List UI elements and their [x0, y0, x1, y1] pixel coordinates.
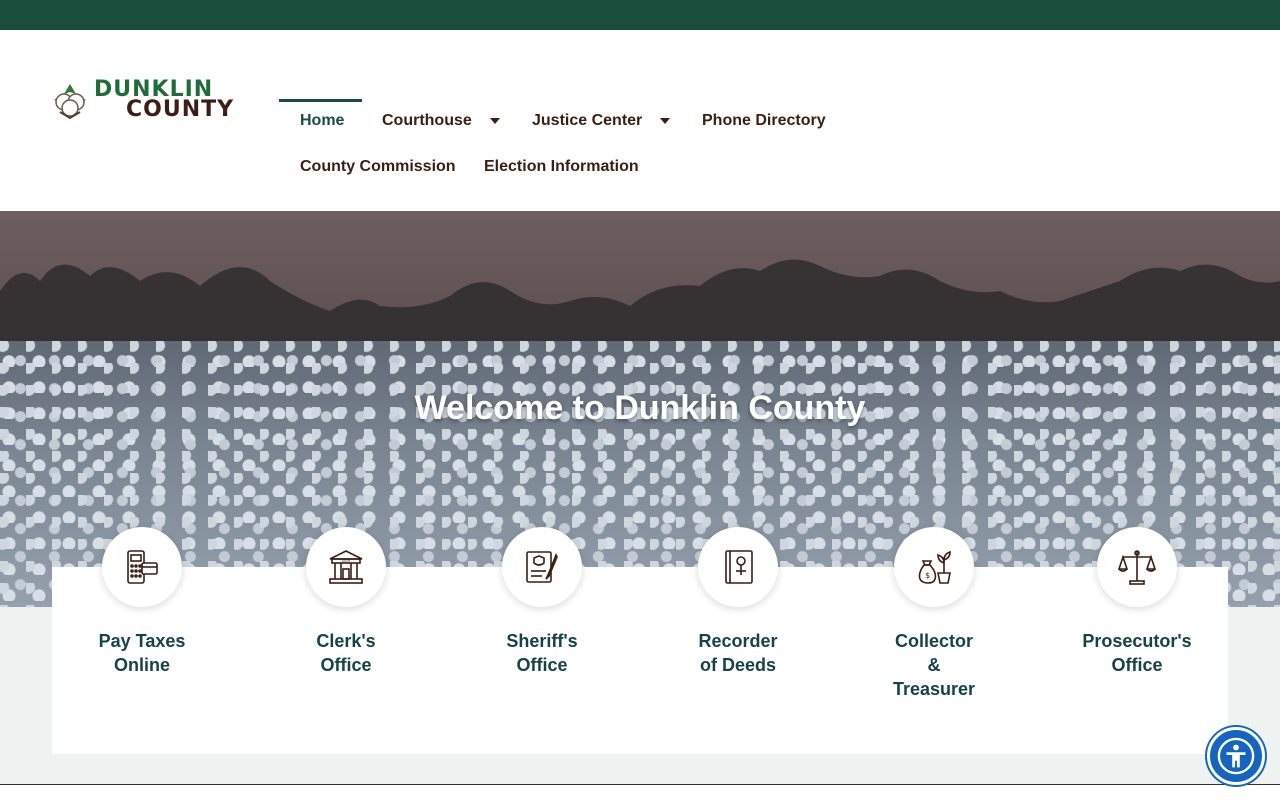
service-label: Recorder of Deeds — [698, 631, 778, 675]
government-building-icon: GOV — [329, 550, 363, 584]
scales-of-justice-icon — [1117, 550, 1157, 585]
record-book-icon — [725, 550, 753, 584]
chevron-down-icon — [489, 118, 500, 124]
service-collector-treasurer[interactable]: $ Collector & Treasurer — [854, 527, 1014, 701]
nav-phone-directory-label: Phone Directory — [702, 112, 826, 129]
site-header: DUNKLIN COUNTY Home Courthouse Justice C… — [0, 30, 1280, 211]
service-icon-circle: $ — [894, 527, 974, 607]
site-logo[interactable]: DUNKLIN COUNTY — [50, 78, 233, 122]
service-recorder-of-deeds[interactable]: Recorder of Deeds — [658, 527, 818, 677]
service-label: Collector & Treasurer — [892, 631, 976, 699]
service-pay-taxes[interactable]: Pay Taxes Online — [62, 527, 222, 677]
service-icon-circle — [698, 527, 778, 607]
service-icon-circle — [102, 527, 182, 607]
treeline-graphic — [0, 259, 1280, 351]
nav-courthouse-label: Courthouse — [382, 112, 472, 129]
nav-election-information-label: Election Information — [484, 158, 639, 175]
nav-county-commission-label: County Commission — [300, 158, 456, 175]
top-bar — [0, 0, 1280, 30]
accessibility-icon — [1217, 737, 1255, 775]
hero-title: Welcome to Dunklin County — [414, 389, 866, 427]
svg-text:$: $ — [925, 571, 930, 580]
service-prosecutors-office[interactable]: Prosecutor's Office — [1057, 527, 1217, 677]
service-icon-circle — [502, 527, 582, 607]
svg-text:GOV: GOV — [342, 558, 351, 563]
nav-county-commission[interactable]: County Commission — [300, 158, 456, 176]
nav-home[interactable]: Home — [300, 112, 344, 130]
nav-justice-center-label: Justice Center — [532, 112, 643, 129]
cotton-boll-icon — [54, 84, 86, 120]
service-clerks-office[interactable]: GOV Clerk's Office — [266, 527, 426, 677]
service-label: Prosecutor's Office — [1082, 631, 1192, 675]
nav-courthouse[interactable]: Courthouse — [382, 112, 500, 130]
badge-document-icon — [526, 551, 558, 583]
service-label: Pay Taxes Online — [98, 631, 186, 675]
money-bag-plant-icon: $ — [918, 550, 951, 584]
service-label: Sheriff's Office — [506, 631, 578, 675]
bottom-divider — [0, 784, 1280, 785]
chevron-down-icon — [660, 118, 671, 124]
service-label: Clerk's Office — [316, 631, 376, 675]
accessibility-button[interactable] — [1207, 727, 1265, 785]
payment-terminal-icon — [127, 550, 158, 584]
service-icon-circle: GOV — [306, 527, 386, 607]
nav-phone-directory[interactable]: Phone Directory — [702, 112, 826, 130]
nav-active-indicator — [279, 99, 362, 102]
logo-text: DUNKLIN COUNTY — [94, 79, 235, 122]
logo-line2: COUNTY — [126, 97, 235, 122]
service-sheriffs-office[interactable]: Sheriff's Office — [462, 527, 622, 677]
nav-election-information[interactable]: Election Information — [484, 158, 639, 176]
services-card — [52, 567, 1228, 754]
nav-home-label: Home — [300, 112, 345, 129]
service-icon-circle — [1097, 527, 1177, 607]
nav-justice-center[interactable]: Justice Center — [532, 112, 671, 130]
